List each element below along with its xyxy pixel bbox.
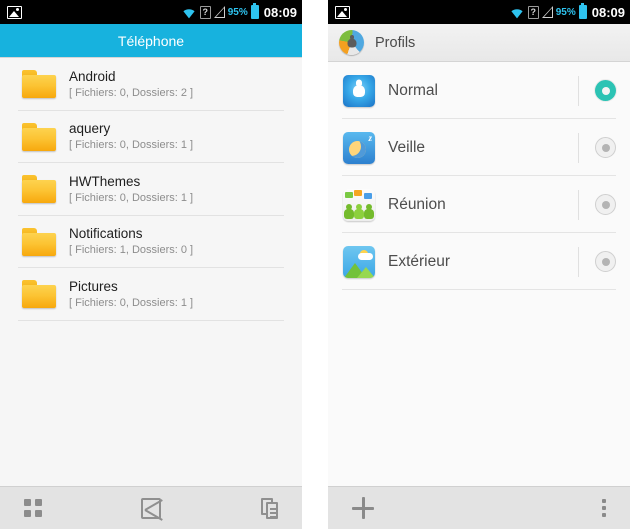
list-item[interactable]: Normal: [328, 62, 630, 119]
folder-icon: [22, 70, 56, 99]
file-text: Pictures [ Fichiers: 0, Dossiers: 1 ]: [69, 279, 193, 310]
wifi-icon: [509, 6, 525, 19]
person-icon: [343, 74, 375, 107]
row-separator: [578, 132, 579, 163]
left-bottom-toolbar: [0, 486, 302, 529]
file-list[interactable]: Android [ Fichiers: 0, Dossiers: 2 ] aqu…: [0, 58, 302, 486]
page-title: Téléphone: [117, 32, 185, 49]
status-bar-left-icons: [7, 5, 22, 19]
file-text: HWThemes [ Fichiers: 0, Dossiers: 1 ]: [69, 174, 193, 205]
cut-icon: [141, 497, 161, 519]
add-profile-button[interactable]: [328, 487, 479, 529]
sim-unknown-icon: ?: [199, 5, 211, 19]
copy-paste-button[interactable]: [193, 487, 302, 529]
profile-radio[interactable]: [595, 194, 616, 215]
battery-percent-label: 95%: [555, 6, 576, 18]
file-name: Notifications: [69, 226, 143, 242]
plus-icon: [352, 497, 374, 519]
row-separator: [578, 75, 579, 106]
copy-paste-icon: [261, 497, 279, 519]
landscape-icon: [343, 245, 375, 278]
folder-icon: [22, 280, 56, 309]
left-phone-screen: ? 95% 08:09 Téléphone Android [ Fichiers…: [0, 0, 302, 529]
right-phone-screen: ? 95% 08:09 Profils Normal z Veille Réun…: [328, 0, 630, 529]
row-separator: [578, 189, 579, 220]
grid-view-icon: [24, 499, 42, 517]
file-meta: [ Fichiers: 0, Dossiers: 1 ]: [69, 296, 194, 309]
overflow-menu-button[interactable]: [479, 487, 630, 529]
file-name: aquery: [69, 121, 111, 137]
profile-label: Extérieur: [388, 252, 451, 270]
left-title-bar: Téléphone: [0, 24, 302, 58]
file-meta: [ Fichiers: 0, Dossiers: 1 ]: [69, 191, 194, 204]
status-bar-left-icons: [335, 5, 350, 19]
screen-separator: [302, 0, 328, 529]
moon-sleep-icon: z: [343, 131, 375, 164]
list-item[interactable]: HWThemes [ Fichiers: 0, Dossiers: 1 ]: [0, 163, 302, 216]
list-item[interactable]: z Veille: [328, 119, 630, 176]
status-bar-left: ? 95% 08:09: [0, 0, 302, 24]
screenshot-root: ? 95% 08:09 Téléphone Android [ Fichiers…: [0, 0, 630, 529]
battery-icon: [578, 3, 587, 19]
clock-label: 08:09: [263, 4, 297, 20]
cut-button[interactable]: [109, 487, 194, 529]
signal-icon: [213, 6, 225, 18]
signal-icon: [541, 6, 553, 18]
battery-percent-label: 95%: [227, 6, 248, 18]
list-item[interactable]: Android [ Fichiers: 0, Dossiers: 2 ]: [0, 58, 302, 111]
file-text: aquery [ Fichiers: 0, Dossiers: 1 ]: [69, 121, 193, 152]
profile-radio-selected[interactable]: [595, 80, 616, 101]
row-separator: [578, 246, 579, 277]
sim-unknown-icon: ?: [527, 5, 539, 19]
overflow-menu-icon: [602, 499, 606, 517]
file-text: Android [ Fichiers: 0, Dossiers: 2 ]: [69, 69, 193, 100]
right-title-bar: Profils: [328, 24, 630, 62]
meeting-people-icon: [343, 188, 375, 221]
grid-view-button[interactable]: [0, 487, 109, 529]
profile-label: Réunion: [388, 195, 446, 213]
profile-label: Normal: [388, 81, 438, 99]
list-item[interactable]: Extérieur: [328, 233, 630, 290]
file-text: Notifications [ Fichiers: 1, Dossiers: 0…: [69, 226, 193, 257]
profiles-icon: [339, 30, 364, 55]
page-title: Profils: [375, 34, 416, 51]
status-bar-right-icons: ? 95% 08:09: [509, 3, 625, 20]
profile-radio[interactable]: [595, 251, 616, 272]
folder-icon: [22, 122, 56, 151]
wifi-icon: [181, 6, 197, 19]
battery-icon: [250, 3, 259, 19]
right-bottom-toolbar: [328, 486, 630, 529]
status-bar-right: ? 95% 08:09: [328, 0, 630, 24]
list-item[interactable]: Notifications [ Fichiers: 1, Dossiers: 0…: [0, 216, 302, 269]
profile-label: Veille: [388, 138, 426, 156]
profile-radio[interactable]: [595, 137, 616, 158]
file-name: Pictures: [69, 278, 118, 294]
file-name: Android: [69, 68, 116, 84]
file-meta: [ Fichiers: 1, Dossiers: 0 ]: [69, 244, 194, 257]
photo-icon: [7, 5, 22, 19]
folder-icon: [22, 227, 56, 256]
file-name: HWThemes: [69, 173, 141, 189]
status-bar-right-icons: ? 95% 08:09: [181, 3, 297, 20]
photo-icon: [335, 5, 350, 19]
file-meta: [ Fichiers: 0, Dossiers: 2 ]: [69, 86, 194, 99]
clock-label: 08:09: [591, 4, 625, 20]
list-item[interactable]: Pictures [ Fichiers: 0, Dossiers: 1 ]: [0, 268, 302, 321]
folder-icon: [22, 175, 56, 204]
profile-list[interactable]: Normal z Veille Réunion Extérieur: [328, 62, 630, 486]
file-meta: [ Fichiers: 0, Dossiers: 1 ]: [69, 139, 194, 152]
list-item[interactable]: aquery [ Fichiers: 0, Dossiers: 1 ]: [0, 111, 302, 164]
list-item[interactable]: Réunion: [328, 176, 630, 233]
